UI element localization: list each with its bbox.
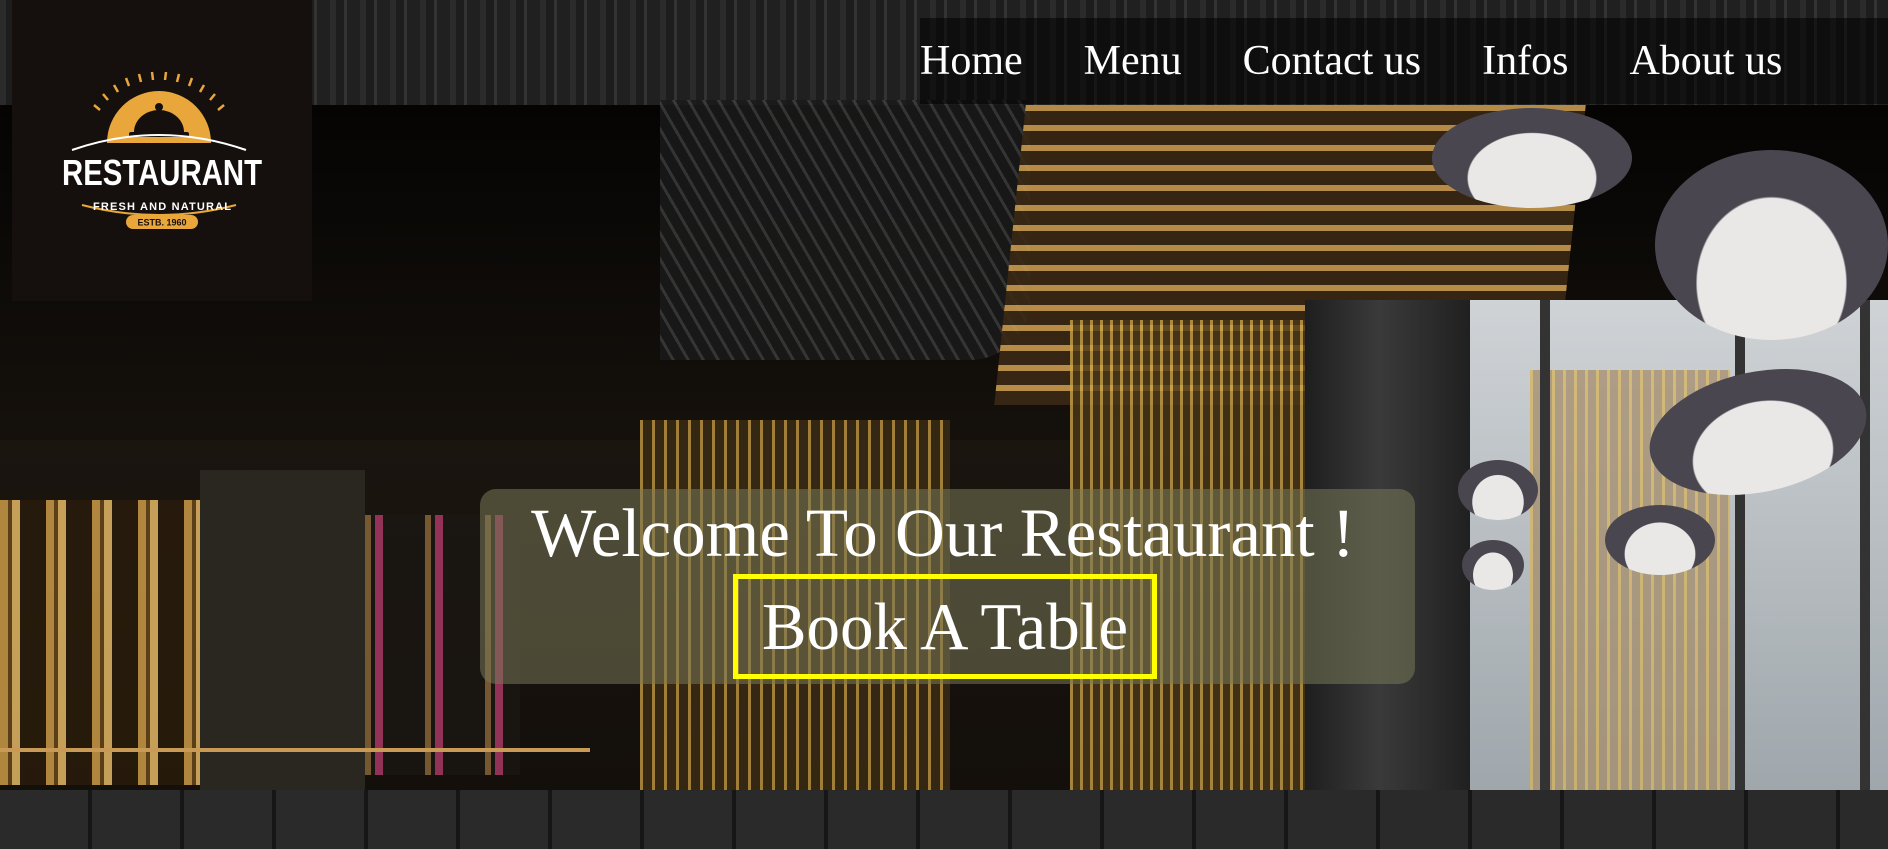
nav-home[interactable]: Home: [920, 37, 1023, 85]
pendant-lamp: [1432, 108, 1632, 208]
logo-brand-text: RESTAURANT: [62, 152, 262, 193]
nav-infos[interactable]: Infos: [1482, 37, 1568, 85]
nav-about-us[interactable]: About us: [1629, 37, 1782, 85]
nav-contact-us[interactable]: Contact us: [1243, 37, 1421, 85]
book-a-table-button[interactable]: Book A Table: [733, 574, 1157, 679]
logo-established: ESTB. 1960: [137, 218, 186, 228]
ceiling-coil: [660, 100, 1030, 360]
booth-seating: [0, 790, 1888, 849]
logo-tagline: FRESH AND NATURAL: [93, 201, 231, 213]
pendant-lamp: [1655, 150, 1888, 340]
main-nav: Home Menu Contact us Infos About us: [920, 18, 1888, 104]
cloche-logo-icon: RESTAURANT FRESH AND NATURAL ESTB. 1960: [62, 71, 262, 229]
nav-menu[interactable]: Menu: [1084, 37, 1182, 85]
hero-title-text: Welcome To Our Restaurant !: [531, 495, 1355, 571]
restaurant-logo[interactable]: RESTAURANT FRESH AND NATURAL ESTB. 1960: [12, 0, 312, 301]
hero-title: Welcome To Our Restaurant !: [0, 498, 1888, 568]
booth-rail: [0, 748, 590, 792]
